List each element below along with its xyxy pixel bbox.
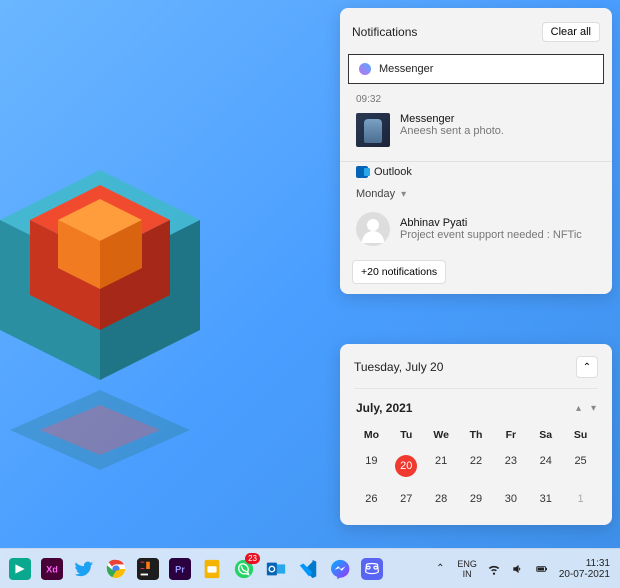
calendar-day[interactable]: 30 [493, 485, 528, 513]
more-notifications-button[interactable]: +20 notifications [352, 260, 446, 284]
taskbar-whatsapp-icon[interactable]: 23 [230, 555, 258, 583]
notifications-panel: Notifications Clear all Messenger 09:32 … [340, 8, 612, 294]
taskbar-messenger-icon[interactable] [326, 555, 354, 583]
outlook-group-header[interactable]: Outlook [340, 161, 612, 182]
language-switcher[interactable]: ENG IN [457, 559, 477, 579]
badge: 23 [245, 553, 260, 564]
volume-icon[interactable] [511, 562, 525, 576]
calendar-prev-button[interactable]: ▴ [576, 403, 581, 414]
outlook-icon [356, 166, 368, 178]
calendar-date: Tuesday, July 20 [354, 360, 443, 374]
calendar-dow: Tu [389, 423, 424, 447]
calendar-day[interactable]: 22 [459, 447, 494, 485]
calendar-next-button[interactable]: ▾ [591, 403, 596, 414]
email-subject: Project event support needed : NFTic [400, 229, 582, 241]
calendar-day[interactable]: 23 [493, 447, 528, 485]
chevron-up-icon: ⌃ [583, 362, 591, 373]
calendar-day[interactable]: 21 [424, 447, 459, 485]
calendar-dow: Sa [528, 423, 563, 447]
email-sender: Abhinav Pyati [400, 217, 582, 229]
calendar-day[interactable]: 25 [563, 447, 598, 485]
calendar-dow: Th [459, 423, 494, 447]
calendar-grid: MoTuWeThFrSaSu 19202122232425 262728293031… [354, 423, 598, 513]
taskbar: Xd Pr 23 ⌃ ENG IN 11:31 20-07-2021 [0, 548, 620, 588]
calendar-day[interactable]: 31 [528, 485, 563, 513]
calendar-day[interactable]: 29 [459, 485, 494, 513]
notifications-title: Notifications [352, 25, 417, 39]
messenger-group-header[interactable]: Messenger [348, 54, 604, 84]
calendar-day[interactable]: 27 [389, 485, 424, 513]
taskbar-twitter-icon[interactable] [70, 555, 98, 583]
calendar-day[interactable]: 28 [424, 485, 459, 513]
system-tray: ⌃ ENG IN 11:31 20-07-2021 [433, 558, 614, 580]
calendar-dow: Su [563, 423, 598, 447]
battery-icon[interactable] [535, 562, 549, 576]
taskbar-filmora-icon[interactable] [6, 555, 34, 583]
tray-chevron-up-icon[interactable]: ⌃ [433, 562, 447, 576]
calendar-day[interactable]: 1 [563, 485, 598, 513]
calendar-day[interactable]: 26 [354, 485, 389, 513]
taskbar-premiere-icon[interactable]: Pr [166, 555, 194, 583]
taskbar-vscode-icon[interactable] [294, 555, 322, 583]
calendar-day[interactable]: 19 [354, 447, 389, 485]
calendar-dow: We [424, 423, 459, 447]
svg-text:Pr: Pr [175, 564, 185, 574]
email-notification[interactable]: Abhinav Pyati Project event support need… [340, 206, 612, 256]
calendar-day[interactable]: 24 [528, 447, 563, 485]
notification-avatar [356, 113, 390, 147]
notification-time: 09:32 [340, 88, 612, 107]
taskbar-outlook-icon[interactable] [262, 555, 290, 583]
outlook-day: Monday [356, 188, 395, 200]
outlook-label: Outlook [374, 166, 412, 178]
notification-text: Aneesh sent a photo. [400, 125, 504, 137]
calendar-day[interactable]: 20 [389, 447, 424, 485]
taskbar-adobe-xd-icon[interactable]: Xd [38, 555, 66, 583]
calendar-panel: Tuesday, July 20 ⌃ July, 2021 ▴ ▾ MoTuWe… [340, 344, 612, 525]
clock-time: 11:31 [559, 558, 610, 569]
outlook-day-row[interactable]: Monday ▾ [340, 182, 612, 206]
calendar-month: July, 2021 [356, 401, 412, 415]
clock-date: 20-07-2021 [559, 569, 610, 580]
lang-bottom: IN [457, 569, 477, 579]
messenger-icon [359, 63, 371, 75]
taskbar-clock[interactable]: 11:31 20-07-2021 [559, 558, 614, 580]
calendar-collapse-button[interactable]: ⌃ [576, 356, 598, 378]
lang-top: ENG [457, 559, 477, 569]
calendar-dow: Fr [493, 423, 528, 447]
email-avatar [356, 212, 390, 246]
taskbar-discord-icon[interactable] [358, 555, 386, 583]
clear-all-button[interactable]: Clear all [542, 22, 600, 42]
taskbar-items: Xd Pr 23 [6, 555, 386, 583]
notification-app: Messenger [400, 113, 504, 125]
calendar-dow: Mo [354, 423, 389, 447]
notification-item[interactable]: Messenger Aneesh sent a photo. [340, 107, 612, 157]
taskbar-slides-icon[interactable] [198, 555, 226, 583]
messenger-group-label: Messenger [379, 63, 433, 75]
taskbar-chrome-icon[interactable] [102, 555, 130, 583]
taskbar-intellij-icon[interactable] [134, 555, 162, 583]
wifi-icon[interactable] [487, 562, 501, 576]
svg-text:Xd: Xd [46, 564, 58, 574]
chevron-down-icon: ▾ [401, 189, 406, 200]
